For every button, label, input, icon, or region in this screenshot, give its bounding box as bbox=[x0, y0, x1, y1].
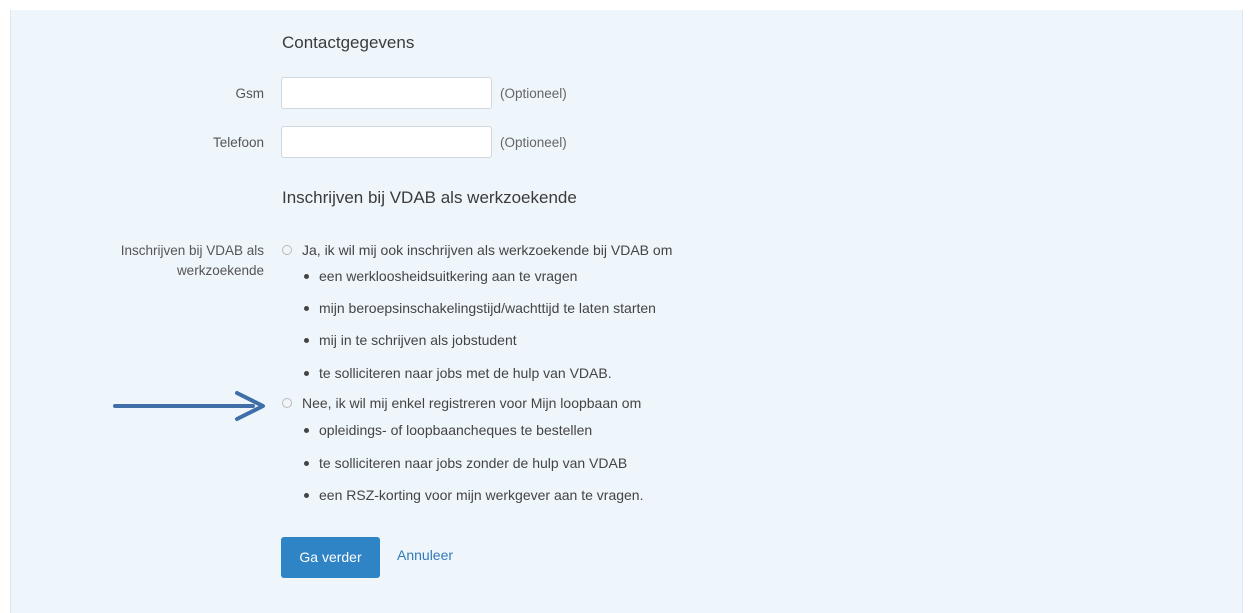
registration-label-line1: Inschrijven bij VDAB als bbox=[120, 243, 264, 258]
gsm-label: Gsm bbox=[235, 86, 265, 101]
gsm-optional-hint: (Optioneel) bbox=[500, 86, 567, 101]
telefoon-label: Telefoon bbox=[212, 135, 264, 150]
registration-section-title: Inschrijven bij VDAB als werkzoekende bbox=[282, 188, 577, 207]
list-item: mij in te schrijven als jobstudent bbox=[319, 332, 517, 348]
bullet-dot bbox=[304, 493, 309, 498]
list-item: een RSZ-korting voor mijn werkgever aan … bbox=[319, 487, 644, 503]
telefoon-optional-hint: (Optioneel) bbox=[500, 135, 567, 150]
list-item: te solliciteren naar jobs zonder de hulp… bbox=[319, 455, 628, 471]
registration-label: Inschrijven bij VDAB als werkzoekende bbox=[121, 241, 264, 281]
bullet-dot bbox=[304, 428, 309, 433]
list-item: opleidings- of loopbaancheques te bestel… bbox=[319, 422, 593, 438]
registration-label-line2: werkzoekende bbox=[176, 263, 264, 278]
radio-nee[interactable] bbox=[282, 398, 292, 408]
list-item: te solliciteren naar jobs met de hulp va… bbox=[319, 365, 612, 381]
bullet-dot bbox=[304, 461, 309, 466]
bullet-dot bbox=[304, 338, 309, 343]
telefoon-input[interactable] bbox=[281, 126, 492, 158]
list-item: mijn beroepsinschakelingstijd/wachttijd … bbox=[319, 300, 656, 316]
contact-section-title: Contactgegevens bbox=[282, 33, 415, 52]
gsm-input[interactable] bbox=[281, 77, 492, 109]
radio-ja-label[interactable]: Ja, ik wil mij ook inschrijven als werkz… bbox=[302, 242, 672, 258]
radio-ja[interactable] bbox=[282, 245, 292, 255]
bullet-dot bbox=[304, 306, 309, 311]
arrow-right-icon bbox=[113, 391, 265, 421]
radio-nee-label[interactable]: Nee, ik wil mij enkel registreren voor M… bbox=[302, 395, 641, 411]
list-item: een werkloosheidsuitkering aan te vragen bbox=[319, 268, 578, 284]
continue-button[interactable]: Ga verder bbox=[281, 537, 380, 578]
cancel-link[interactable]: Annuleer bbox=[397, 547, 453, 563]
bullet-dot bbox=[304, 274, 309, 279]
bullet-dot bbox=[304, 371, 309, 376]
